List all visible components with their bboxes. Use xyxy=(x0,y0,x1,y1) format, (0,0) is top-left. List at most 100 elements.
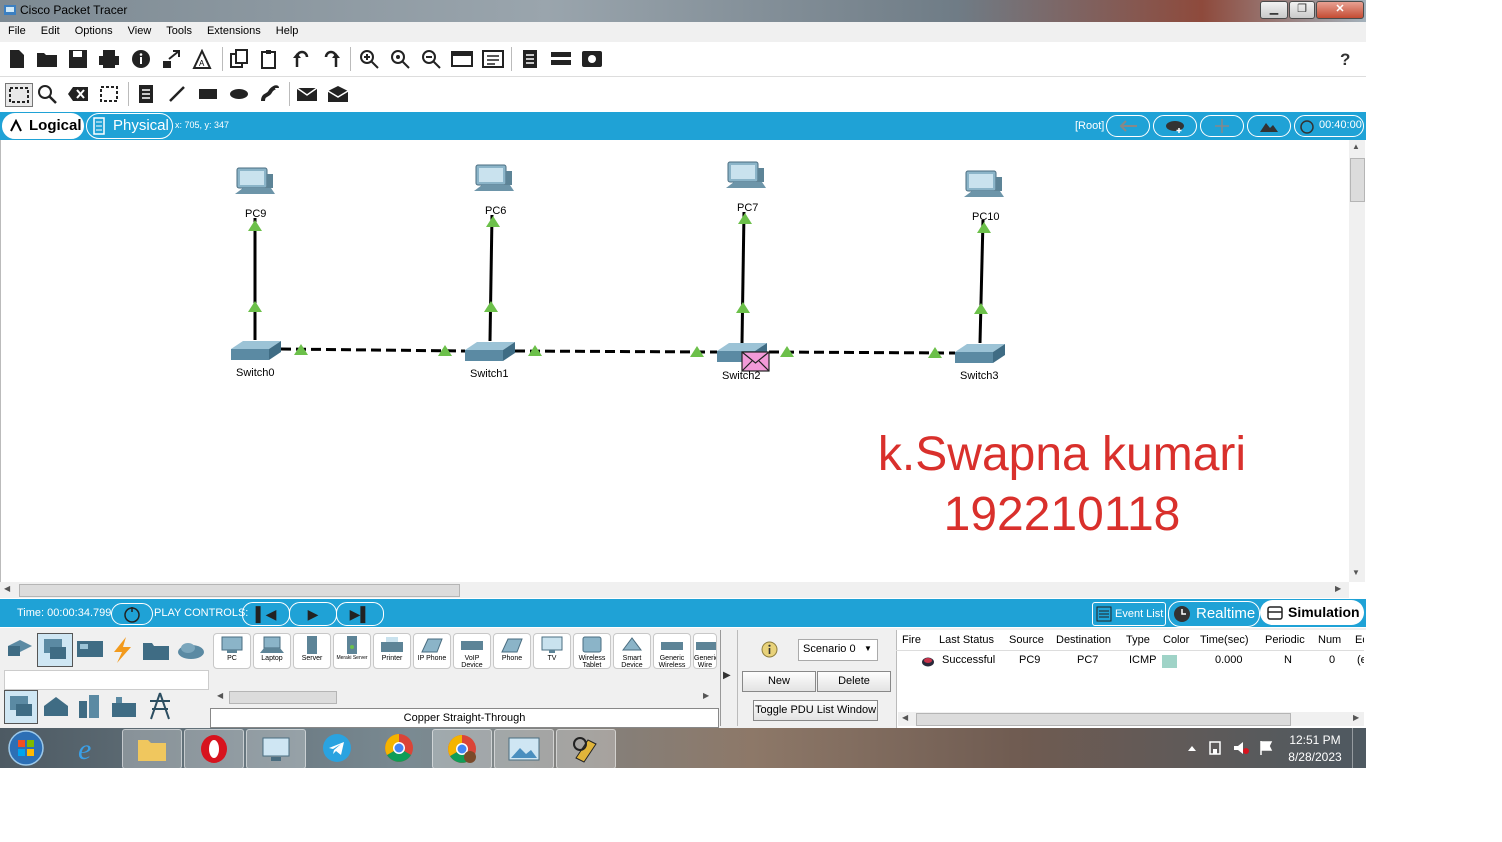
maximize-button[interactable]: ❐ xyxy=(1289,1,1315,19)
pdu-scroll-right-icon[interactable]: ▶ xyxy=(1353,713,1359,722)
device-scroll-right-icon[interactable]: ▶ xyxy=(703,691,709,700)
save-icon[interactable] xyxy=(67,48,89,70)
back-button[interactable] xyxy=(1106,115,1150,137)
device-laptop[interactable]: Laptop xyxy=(253,633,291,669)
menu-options[interactable]: Options xyxy=(67,22,120,37)
device-phone[interactable]: Phone xyxy=(493,633,531,669)
switch0-device[interactable] xyxy=(231,341,281,360)
menu-file[interactable]: File xyxy=(0,22,33,37)
scroll-up-icon[interactable]: ▲ xyxy=(1352,142,1360,151)
info-icon[interactable] xyxy=(130,48,152,70)
close-button[interactable]: ✕ xyxy=(1316,1,1364,19)
tab-logical[interactable]: Logical xyxy=(2,113,84,139)
vertical-scroll-thumb[interactable] xyxy=(1350,158,1365,202)
print-icon[interactable] xyxy=(98,48,120,70)
horizontal-scrollbar[interactable]: ◀ ▶ xyxy=(0,582,1349,598)
delete-scenario-button[interactable]: Delete xyxy=(817,671,891,692)
taskbar-control-panel[interactable] xyxy=(246,729,306,769)
vertical-scrollbar[interactable]: ▲ ▼ xyxy=(1349,140,1365,582)
taskbar-telegram[interactable] xyxy=(308,729,366,767)
place-note-icon[interactable] xyxy=(135,83,157,105)
taskbar-time[interactable]: 12:51 PM xyxy=(1280,733,1350,747)
resize-icon[interactable] xyxy=(98,83,120,105)
taskbar-file-explorer[interactable] xyxy=(122,729,182,769)
taskbar-opera[interactable] xyxy=(184,729,244,769)
expand-panel-icon[interactable]: ▶ xyxy=(723,670,731,681)
menu-tools[interactable]: Tools xyxy=(158,22,199,37)
scenario-info-icon[interactable] xyxy=(761,641,778,658)
device-printer[interactable]: Printer xyxy=(373,633,411,669)
add-simple-pdu-icon[interactable] xyxy=(296,83,318,105)
scroll-down-icon[interactable]: ▼ xyxy=(1352,568,1360,577)
minimize-button[interactable]: ▁ xyxy=(1260,1,1288,19)
smart-city-icon[interactable] xyxy=(76,693,102,719)
zoom-out-icon[interactable] xyxy=(420,48,442,70)
components-icon[interactable] xyxy=(76,638,104,662)
pc6-device[interactable] xyxy=(474,164,514,191)
move-object-button[interactable] xyxy=(1200,115,1244,137)
device-wireless-tablet[interactable]: Wireless Tablet xyxy=(573,633,611,669)
volume-muted-icon[interactable] xyxy=(1232,740,1250,756)
device-server[interactable]: Server xyxy=(293,633,331,669)
viewport-time-button[interactable]: 00:40:00 xyxy=(1294,115,1364,137)
device-scroll-left-icon[interactable]: ◀ xyxy=(217,691,223,700)
delete-icon[interactable] xyxy=(67,83,89,105)
fire-status-icon[interactable] xyxy=(921,655,935,667)
device-list-scrollbar[interactable]: ◀ ▶ xyxy=(213,690,715,704)
power-grid-icon[interactable] xyxy=(146,692,174,720)
taskbar-internet-explorer[interactable]: e xyxy=(60,729,118,767)
multiuser-icon[interactable] xyxy=(176,640,206,660)
new-cluster-button[interactable] xyxy=(1153,115,1197,137)
root-label[interactable]: [Root] xyxy=(1075,120,1104,132)
show-hidden-icons-icon[interactable] xyxy=(1187,744,1197,752)
select-icon[interactable] xyxy=(5,83,33,107)
step-back-button[interactable]: ▌◀ xyxy=(242,602,290,626)
paste-icon[interactable] xyxy=(259,48,281,70)
toggle-pdu-list-button[interactable]: Toggle PDU List Window xyxy=(753,700,878,721)
row-edit[interactable]: (e xyxy=(1357,654,1364,666)
network-tray-icon[interactable] xyxy=(1207,740,1223,756)
device-voip[interactable]: VoIP Device xyxy=(453,633,491,669)
device-scroll-thumb[interactable] xyxy=(229,691,337,704)
device-generic-wired[interactable]: Generic Wire xyxy=(693,633,717,669)
pdu-table-scrollbar[interactable]: ◀ ▶ xyxy=(898,712,1364,726)
scenario-select[interactable]: Scenario 0 ▼ xyxy=(798,639,878,661)
taskbar-date[interactable]: 8/28/2023 xyxy=(1280,750,1350,764)
miscellaneous-icon[interactable] xyxy=(142,639,170,661)
network-info-icon[interactable] xyxy=(161,48,183,70)
draw-rectangle-icon[interactable] xyxy=(197,83,219,105)
home-icon[interactable] xyxy=(42,694,70,718)
event-list-button[interactable]: Event List xyxy=(1092,602,1166,626)
viewport-icon[interactable] xyxy=(581,48,603,70)
pdu-scroll-thumb[interactable] xyxy=(916,713,1291,726)
power-cycle-button[interactable] xyxy=(111,603,153,625)
redo-icon[interactable] xyxy=(321,48,343,70)
menu-edit[interactable]: Edit xyxy=(33,22,67,37)
taskbar-chrome[interactable] xyxy=(370,729,428,767)
menu-help[interactable]: Help xyxy=(268,22,306,37)
device-smart-device[interactable]: Smart Device xyxy=(613,633,651,669)
new-scenario-button[interactable]: New xyxy=(742,671,816,692)
palette-icon[interactable] xyxy=(482,48,504,70)
end-devices-category[interactable] xyxy=(37,633,73,667)
inspect-icon[interactable] xyxy=(36,83,58,105)
scroll-left-icon[interactable]: ◀ xyxy=(4,584,10,593)
horizontal-scroll-thumb[interactable] xyxy=(19,584,460,597)
switch3-device[interactable] xyxy=(955,344,1005,363)
new-file-icon[interactable] xyxy=(6,48,28,70)
scroll-right-icon[interactable]: ▶ xyxy=(1335,584,1341,593)
end-devices-subcategory[interactable] xyxy=(4,690,38,724)
device-meraki-server[interactable]: Meraki Server xyxy=(333,633,371,669)
copy-icon[interactable] xyxy=(228,48,250,70)
connections-icon[interactable] xyxy=(108,636,136,664)
taskbar-packet-tracer[interactable] xyxy=(556,729,616,769)
pdu-envelope-icon[interactable] xyxy=(741,351,770,372)
logical-workspace[interactable]: PC9 PC6 PC7 PC10 Switch0 Switch1 Switch2… xyxy=(0,140,1350,584)
taskbar-chrome-profile[interactable] xyxy=(432,729,492,769)
undo-icon[interactable] xyxy=(290,48,312,70)
activity-wizard-icon[interactable]: A xyxy=(191,48,213,70)
pc9-device[interactable] xyxy=(235,167,275,194)
add-complex-pdu-icon[interactable] xyxy=(327,83,349,105)
draw-line-icon[interactable] xyxy=(166,83,188,105)
start-button[interactable] xyxy=(7,730,45,766)
